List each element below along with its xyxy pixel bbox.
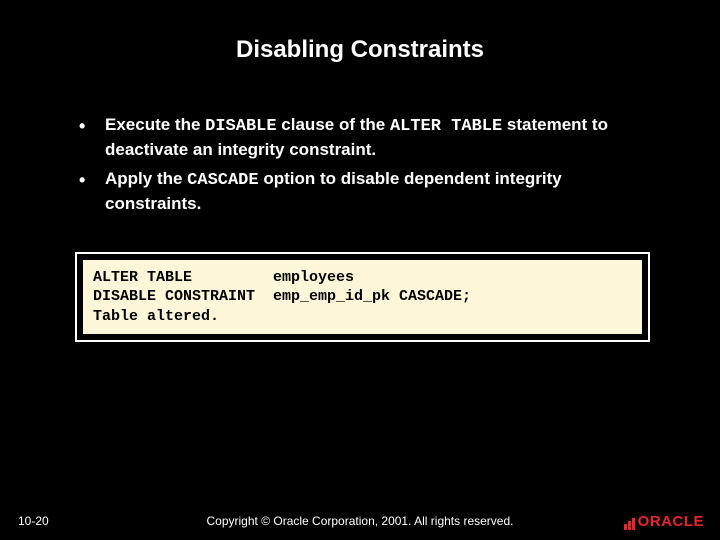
slide-title: Disabling Constraints [0,0,720,84]
logo-bars-icon [624,513,636,530]
code-term: DISABLE [205,117,276,136]
slide-body: Execute the DISABLE clause of the ALTER … [0,84,720,342]
oracle-logo: ORACLE [624,513,704,530]
code-block: ALTER TABLE employees DISABLE CONSTRAINT… [83,260,642,335]
bullet-text: Apply the [105,169,187,188]
bullet-list: Execute the DISABLE clause of the ALTER … [75,114,650,218]
bullet-item: Execute the DISABLE clause of the ALTER … [75,114,650,162]
footer: 10-20 Copyright © Oracle Corporation, 20… [0,514,720,528]
code-block-frame: ALTER TABLE employees DISABLE CONSTRAINT… [75,252,650,343]
code-term: ALTER TABLE [390,117,502,136]
logo-text: ORACLE [638,513,704,530]
code-term: CASCADE [187,171,258,190]
bullet-item: Apply the CASCADE option to disable depe… [75,168,650,218]
bullet-text: Execute the [105,115,205,134]
bullet-text: clause of the [277,115,390,134]
page-number: 10-20 [18,514,49,528]
slide: Disabling Constraints Execute the DISABL… [0,0,720,540]
copyright-text: Copyright © Oracle Corporation, 2001. Al… [0,514,720,528]
